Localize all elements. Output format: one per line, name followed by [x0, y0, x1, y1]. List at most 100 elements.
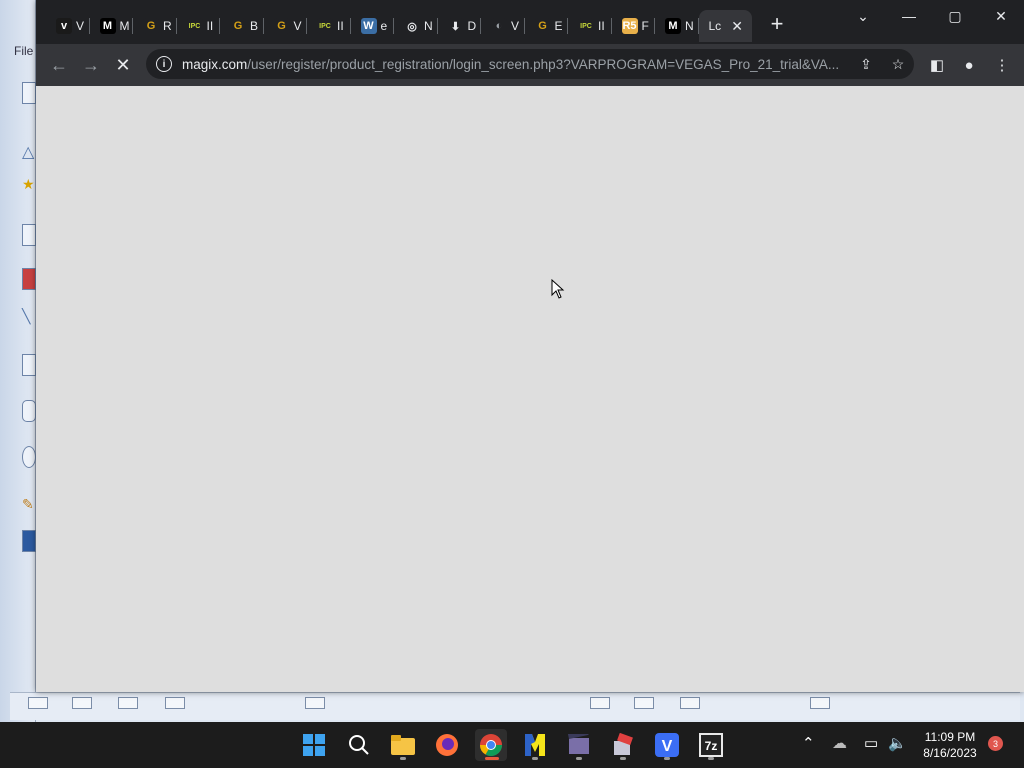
tab-loading-15[interactable]: Lc ✕ — [698, 10, 752, 42]
vegas-v-icon[interactable]: V — [651, 729, 683, 761]
tab-globe-10[interactable]: ◐ V — [481, 10, 525, 42]
back-button[interactable]: ← — [46, 52, 72, 78]
close-tab-icon[interactable]: ✕ — [731, 18, 743, 35]
side-panel-icon[interactable]: ◧ — [926, 54, 948, 76]
site-info-icon[interactable]: i — [156, 56, 172, 72]
yammer-y-icon[interactable] — [519, 729, 551, 761]
tab-label: N — [685, 19, 694, 33]
profile-icon[interactable]: ● — [958, 54, 980, 76]
tab-label: D — [467, 19, 477, 33]
firefox-icon[interactable] — [431, 729, 463, 761]
tab-medium-1[interactable]: MM — [90, 10, 133, 42]
show-hidden-icons-chevron-up-icon[interactable]: ⌃ — [802, 734, 815, 752]
star-tool-icon[interactable]: ★ — [22, 176, 36, 198]
shape-icon[interactable] — [72, 697, 92, 709]
chrome-icon[interactable] — [475, 729, 507, 761]
background-menu-file[interactable]: File — [14, 44, 33, 58]
start-windows-icon[interactable] — [298, 729, 330, 761]
new-tab-button[interactable]: + — [765, 11, 789, 36]
svg-text:7z: 7z — [705, 739, 718, 753]
network-icon[interactable]: ▭ — [864, 734, 878, 752]
svg-text:V: V — [662, 738, 673, 755]
tab-label: F — [641, 19, 649, 33]
onedrive-offline-icon[interactable]: ☁ — [832, 734, 847, 752]
tab-g-5[interactable]: GV — [264, 10, 307, 42]
tab-label: II — [337, 19, 344, 33]
line-tool-icon[interactable]: ╲ — [22, 308, 36, 330]
tab-label: II — [598, 19, 605, 33]
tab-chrome-8[interactable]: ◎ N — [394, 10, 438, 42]
menu-kebab-icon[interactable]: ⋮ — [991, 54, 1013, 76]
tab-g-4[interactable]: GB — [220, 10, 264, 42]
medium-icon: M — [99, 18, 116, 34]
g-icon: G — [534, 18, 551, 34]
tab-g-11[interactable]: GE — [525, 10, 568, 42]
browser-toolbar: ← → ✕ i magix.com/user/register/product_… — [36, 44, 1024, 86]
ipc-games-icon: IPC — [186, 18, 203, 34]
ipc-games-icon: IPC — [317, 18, 333, 34]
tab-search-chevron-down-icon[interactable]: ⌄ — [840, 0, 886, 32]
shape-icon[interactable] — [680, 697, 700, 709]
triangle-tool-icon[interactable]: △ — [22, 142, 36, 164]
tab-label: N — [424, 19, 433, 33]
address-bar[interactable]: i magix.com/user/register/product_regist… — [146, 49, 914, 79]
medium-icon: M — [665, 18, 681, 34]
installer-box-icon[interactable] — [607, 729, 639, 761]
url-text[interactable]: magix.com/user/register/product_registra… — [182, 57, 842, 72]
word-art-tool-icon[interactable] — [22, 530, 36, 552]
shape-icon[interactable] — [118, 697, 138, 709]
r5-icon: R5 — [621, 18, 638, 34]
clock[interactable]: 11:09 PM 8/16/2023 — [914, 729, 986, 761]
tab-label: II — [206, 19, 214, 33]
tab-vegas-0[interactable]: vV — [46, 10, 90, 42]
pencil-tool-icon[interactable]: ✎ — [22, 496, 36, 518]
video-editor-icon[interactable] — [563, 729, 595, 761]
shape-icon[interactable] — [28, 697, 48, 709]
tab-g-2[interactable]: GR — [133, 10, 177, 42]
shape-icon[interactable] — [305, 697, 325, 709]
file-explorer-icon[interactable] — [387, 729, 419, 761]
minimize-button[interactable]: — — [886, 0, 932, 32]
notification-badge[interactable]: 3 — [988, 736, 1003, 751]
g-icon: G — [143, 18, 159, 34]
download-icon: ⬇ — [447, 18, 464, 34]
clock-date: 8/16/2023 — [923, 746, 977, 760]
tab-wordpress-7[interactable]: We — [351, 10, 394, 42]
shape-icon[interactable] — [165, 697, 185, 709]
rounded-rect-tool-icon[interactable] — [22, 400, 36, 422]
tab-label: M — [119, 19, 130, 33]
ipc-games-icon: IPC — [578, 18, 594, 34]
tab-download-9[interactable]: ⬇ D — [438, 10, 481, 42]
tab-ipc-games-6[interactable]: IPC II — [307, 10, 351, 42]
shape-icon[interactable] — [810, 697, 830, 709]
tab-label: V — [293, 19, 302, 33]
bookmark-star-icon[interactable]: ☆ — [888, 54, 908, 74]
image-tool-icon[interactable] — [22, 224, 36, 246]
g-icon: G — [230, 18, 246, 34]
rectangle-tool-icon[interactable] — [22, 354, 36, 376]
tab-r5-13[interactable]: R5 F — [612, 10, 655, 42]
volume-icon[interactable]: 🔈 — [888, 734, 907, 752]
shape-icon[interactable] — [634, 697, 654, 709]
taskbar: V 7z ⌃ ☁ ▭ 🔈 11:09 PM 8/16/2023 — [0, 722, 1024, 768]
tab-strip: v V M M G R IPC II G B G V IPC II We ◎ N ⬇ D ◐ V G E IPC II R5 F M N… — [36, 0, 1024, 44]
globe-icon: ◐ — [491, 18, 507, 34]
tab-medium-14[interactable]: MN — [655, 10, 699, 42]
page-tool-icon[interactable] — [22, 82, 36, 104]
maximize-button[interactable]: ▢ — [932, 0, 978, 32]
tab-label: V — [511, 19, 520, 33]
stop-loading-button[interactable]: ✕ — [110, 52, 136, 78]
tab-ipc-games-3[interactable]: IPC II — [177, 10, 220, 42]
page-content-blank — [36, 86, 1024, 692]
tab-label: Lc — [708, 19, 722, 33]
search-icon[interactable] — [343, 729, 375, 761]
ellipse-tool-icon[interactable] — [22, 446, 36, 468]
close-window-button[interactable]: ✕ — [978, 0, 1024, 32]
tab-ipc-games-12[interactable]: IPC II — [568, 10, 612, 42]
tab-label: E — [554, 19, 563, 33]
color-tool-icon[interactable] — [22, 268, 36, 290]
forward-button[interactable]: → — [78, 52, 104, 78]
share-icon[interactable]: ⇪ — [856, 54, 876, 74]
7zip-icon[interactable]: 7z — [695, 729, 727, 761]
shape-icon[interactable] — [590, 697, 610, 709]
